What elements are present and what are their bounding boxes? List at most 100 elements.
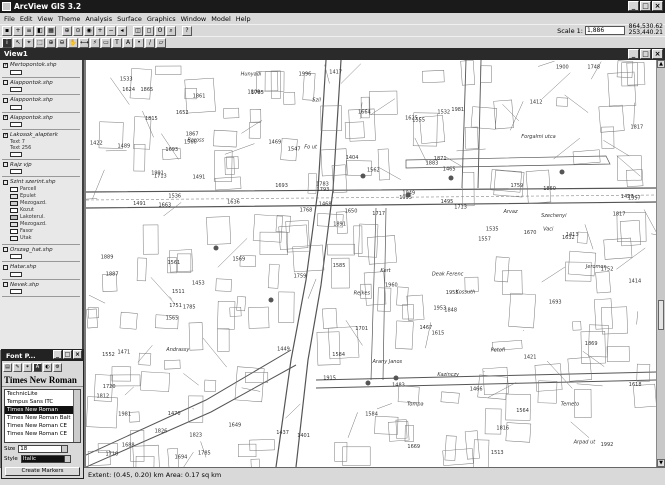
view-close-button[interactable]: × [652,49,663,59]
locate-icon[interactable]: ⌕ [166,25,176,36]
identify-icon[interactable]: i [2,37,12,48]
toc-layer[interactable]: Szint szerint.shp Parcell Epulet Mezogazd. K… [0,177,82,242]
parcel-polygon[interactable] [215,278,232,292]
parcel-polygon[interactable] [129,68,152,100]
size-select[interactable]: 18 [18,445,69,453]
parcel-polygon[interactable] [155,65,182,75]
draw-point-icon[interactable]: • [134,37,144,48]
layer-visibility-checkbox[interactable] [3,179,8,185]
parcel-polygon[interactable] [396,286,409,306]
parcel-polygon[interactable] [567,356,592,382]
parcel-polygon[interactable] [283,92,296,105]
view-maximize-button[interactable]: □ [640,49,651,59]
palette-minimize-button[interactable]: _ [53,350,62,359]
create-markers-button[interactable]: Create Markers [5,467,80,476]
text-icon[interactable]: A [123,37,133,48]
zoom-full-icon[interactable]: ⊕ [62,25,72,36]
table-icon[interactable]: ▦ [46,25,56,36]
parcel-polygon[interactable] [140,371,171,392]
font-list-item[interactable]: Times New Roman CE [5,430,80,438]
parcel-polygon[interactable] [404,425,414,443]
parcel-polygon[interactable] [249,439,275,451]
parcel-polygon[interactable] [473,439,490,467]
parcel-polygon[interactable] [142,224,159,255]
parcel-polygon[interactable] [577,231,588,244]
parcel-polygon[interactable] [86,396,118,429]
parcel-polygon[interactable] [493,99,514,130]
parcel-polygon[interactable] [470,106,498,130]
parcel-polygon[interactable] [480,65,492,83]
parcel-polygon[interactable] [464,126,479,150]
parcel-polygon[interactable] [595,271,611,294]
parcel-polygon[interactable] [594,298,613,330]
font-list-item[interactable]: TechnicLite [5,390,80,398]
parcel-polygon[interactable] [442,448,474,466]
menu-item-model[interactable]: Model [209,15,233,23]
font-list[interactable]: TechnicLite Tempus Sans ITC Times New Roma… [4,389,81,443]
font-list-scrollbar[interactable] [73,390,80,442]
draw-line-icon[interactable]: / [145,37,155,48]
menu-item-help[interactable]: Help [234,15,253,23]
parcel-polygon[interactable] [217,300,236,330]
parcel-polygon[interactable] [119,311,138,330]
parcel-polygon[interactable] [136,257,147,282]
map-vertical-scrollbar[interactable]: ▲ ▼ [656,60,665,467]
layer-visibility-checkbox[interactable] [3,80,8,85]
parcel-polygon[interactable] [534,363,563,392]
measure-icon[interactable]: ⟷ [79,37,89,48]
menu-item-view[interactable]: View [35,15,54,23]
parcel-polygon[interactable] [213,129,238,148]
palette-maximize-button[interactable]: □ [63,350,72,359]
toc-layer[interactable]: Orszag_hat.shp [0,245,82,259]
parcel-polygon[interactable] [556,97,569,107]
maximize-button[interactable]: □ [640,1,651,11]
parcel-polygon[interactable] [601,126,615,149]
parcel-polygon[interactable] [377,148,390,181]
parcel-polygon[interactable] [248,306,270,329]
parcel-polygon[interactable] [601,306,628,335]
parcel-polygon[interactable] [353,225,363,254]
parcel-polygon[interactable] [213,150,233,182]
parcel-polygon[interactable] [249,109,262,123]
hotlink-icon[interactable]: ⚡ [90,37,100,48]
pointer-icon[interactable]: ↖ [13,37,23,48]
pen-palette-icon[interactable]: ✎ [13,363,22,372]
parcel-polygon[interactable] [334,442,348,462]
parcel-polygon[interactable] [214,176,242,191]
parcel-polygon[interactable] [395,320,414,350]
parcel-polygon[interactable] [236,296,247,312]
parcel-polygon[interactable] [505,422,532,443]
cadastral-map[interactable]: 1421153219911848195519601513146514661765… [86,60,656,467]
parcel-polygon[interactable] [616,60,634,78]
map-canvas[interactable]: 1421 1532 1991 1848 1955 1960 1513 1465 1466 1765… [86,60,656,467]
fill-palette-icon[interactable]: ▤ [3,363,12,372]
parcel-polygon[interactable] [537,380,558,404]
parcel-polygon[interactable] [626,62,646,86]
parcel-polygon[interactable] [572,321,582,331]
parcel-polygon[interactable] [226,156,239,170]
menu-item-surface[interactable]: Surface [115,15,144,23]
toc-layer[interactable]: ✓ Lakosok_alapterk Text 7 Text 256 [0,130,82,157]
parcel-polygon[interactable] [366,235,397,265]
layer-visibility-checkbox[interactable]: ✓ [3,62,8,68]
parcel-polygon[interactable] [322,307,338,329]
parcel-polygon[interactable] [482,366,509,396]
toc-layer[interactable]: Rajz vjp [0,160,82,174]
parcel-polygon[interactable] [621,62,638,87]
layer-visibility-checkbox[interactable] [3,247,8,252]
parcel-polygon[interactable] [422,70,445,84]
zoom-previous-icon[interactable]: ◂ [117,25,127,36]
toc-layer[interactable]: Alappontok.shp [0,78,82,92]
parcel-polygon[interactable] [508,292,537,329]
clear-selection-icon[interactable]: ◻ [144,25,154,36]
parcel-polygon[interactable] [440,391,460,404]
chevron-down-icon[interactable] [61,446,68,452]
parcel-polygon[interactable] [619,220,641,247]
parcel-polygon[interactable] [223,107,240,119]
font-list-item[interactable]: Times New Roman [5,406,80,414]
scroll-thumb[interactable] [658,300,664,330]
parcel-polygon[interactable] [327,243,355,256]
pan-icon[interactable]: ✋ [68,37,78,48]
font-list-item[interactable]: Tempus Sans ITC [5,398,80,406]
scroll-up-arrow[interactable]: ▲ [657,60,665,68]
